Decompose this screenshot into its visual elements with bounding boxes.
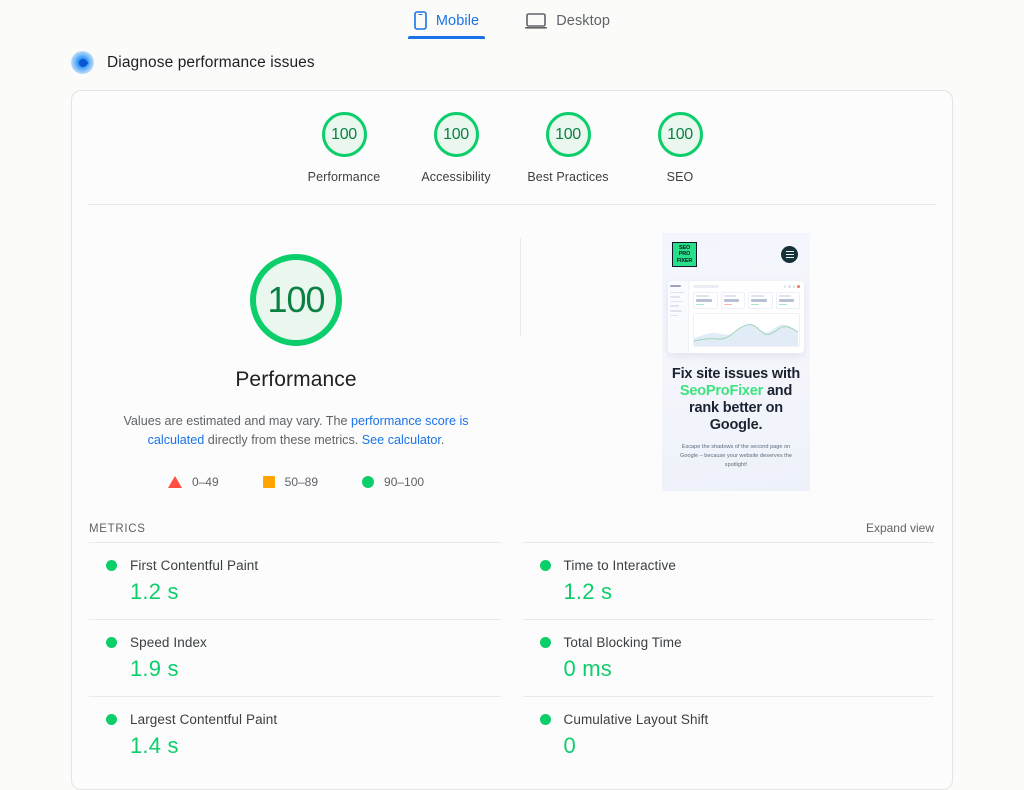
mockup-topbar: [693, 285, 800, 289]
form-factor-tabs: Mobile Desktop: [0, 0, 1024, 39]
metric-label: Total Blocking Time: [563, 635, 682, 650]
category-label: Best Practices: [527, 170, 609, 184]
mobile-icon: [414, 11, 427, 30]
ad-headline-part-1: Fix site issues with: [671, 366, 801, 382]
circle-icon: [362, 476, 375, 488]
legend-range: 90–100: [384, 475, 425, 489]
desc-text-1: Values are estimated and may vary. The: [123, 414, 351, 428]
metric-label: Cumulative Layout Shift: [563, 712, 709, 727]
status-dot-icon: [106, 714, 117, 725]
see-calculator-link[interactable]: See calculator: [362, 433, 441, 447]
metric-label: Speed Index: [130, 635, 207, 650]
category-seo[interactable]: 100 SEO: [624, 112, 736, 184]
seoprofixer-logo: SEO PRO FIXER: [672, 242, 697, 267]
metrics-header: METRICS Expand view: [72, 491, 952, 535]
metric-first-contentful-paint[interactable]: First Contentful Paint 1.2 s: [89, 542, 501, 619]
diagnose-header: Diagnose performance issues: [0, 39, 1024, 74]
page-title: Diagnose performance issues: [107, 53, 315, 71]
legend-poor: 0–49: [167, 475, 219, 489]
category-best-practices[interactable]: 100 Best Practices: [512, 112, 624, 184]
score-gauge: 100: [433, 112, 479, 157]
category-accessibility[interactable]: 100 Accessibility: [400, 112, 512, 184]
dashboard-mockup-image: [668, 281, 804, 353]
lighthouse-icon: [71, 51, 94, 74]
mockup-stat-card: [720, 292, 745, 310]
category-performance[interactable]: 100 Performance: [288, 112, 400, 184]
report-card: 100 Performance 100 Accessibility 100 Be…: [71, 90, 953, 790]
score-gauge: 100: [545, 112, 591, 157]
score-value: 100: [331, 125, 357, 143]
desktop-icon: [525, 11, 548, 30]
tab-mobile[interactable]: Mobile: [407, 7, 486, 39]
triangle-icon: [167, 476, 182, 488]
status-dot-icon: [539, 560, 551, 571]
score-gauge: 100: [657, 112, 703, 157]
metric-largest-contentful-paint[interactable]: Largest Contentful Paint 1.4 s: [89, 696, 501, 773]
metric-label: Largest Contentful Paint: [130, 712, 278, 727]
desc-text-3: .: [440, 433, 445, 447]
score-gauge: 100: [321, 112, 367, 157]
tab-desktop[interactable]: Desktop: [519, 7, 616, 39]
ad-brand-name: SeoProFixer: [679, 383, 764, 399]
performance-score-value: 100: [267, 279, 325, 320]
seoprofixer-ad[interactable]: SEO PRO FIXER Fix site issues with SeoPr…: [662, 233, 810, 491]
expand-view-button[interactable]: Expand view: [866, 521, 934, 535]
metric-value: 0 ms: [563, 656, 612, 681]
metric-cumulative-layout-shift[interactable]: Cumulative Layout Shift 0: [522, 696, 934, 773]
status-dot-icon: [539, 637, 551, 648]
logo-line-3: FIXER: [676, 257, 693, 264]
category-scores: 100 Performance 100 Accessibility 100 Be…: [72, 91, 952, 184]
metric-speed-index[interactable]: Speed Index 1.9 s: [89, 619, 501, 696]
mockup-stat-cards: [693, 292, 800, 310]
metric-time-to-interactive[interactable]: Time to Interactive 1.2 s: [522, 542, 934, 619]
hero-score-panel: 100 Performance Values are estimated and…: [72, 233, 520, 491]
legend-range: 0–49: [191, 475, 219, 489]
category-label: Accessibility: [421, 170, 491, 184]
status-dot-icon: [106, 560, 117, 571]
ad-header: SEO PRO FIXER: [662, 233, 810, 267]
metric-label: Time to Interactive: [563, 558, 676, 573]
mockup-stat-card: [693, 292, 718, 310]
legend-good: 90–100: [362, 475, 424, 489]
status-dot-icon: [539, 714, 551, 725]
legend-average: 50–89: [262, 475, 319, 489]
score-legend: 0–49 50–89 90–100: [167, 475, 424, 489]
desc-text-2: directly from these metrics.: [204, 433, 362, 447]
score-value: 100: [555, 125, 581, 143]
performance-description: Values are estimated and may vary. The p…: [106, 412, 486, 450]
score-value: 100: [443, 125, 469, 143]
tab-desktop-label: Desktop: [556, 12, 611, 29]
score-value: 100: [667, 125, 693, 143]
metrics-grid: First Contentful Paint 1.2 s Time to Int…: [72, 542, 952, 773]
ad-subtext: Escape the shadows of the second page on…: [680, 444, 792, 468]
advertisement-panel: SEO PRO FIXER Fix site issues with SeoPr…: [520, 233, 952, 491]
hero-vertical-divider: [520, 238, 521, 336]
metric-value: 1.2 s: [130, 579, 179, 604]
metric-value: 1.4 s: [130, 733, 179, 758]
status-dot-icon: [106, 637, 117, 648]
hamburger-menu-icon[interactable]: [781, 246, 798, 263]
metrics-title: METRICS: [89, 523, 146, 535]
ad-headline: Fix site issues with SeoProFixer and ran…: [662, 366, 810, 434]
mockup-area-chart: [693, 313, 800, 348]
legend-range: 50–89: [284, 475, 319, 489]
category-label: SEO: [666, 170, 694, 184]
mockup-stat-card: [775, 292, 800, 310]
square-icon: [262, 476, 275, 488]
category-label: Performance: [307, 170, 381, 184]
pagespeed-report-page: Mobile Desktop Diagnose performance issu…: [0, 0, 1024, 790]
performance-hero: 100 Performance Values are estimated and…: [72, 205, 952, 491]
metric-total-blocking-time[interactable]: Total Blocking Time 0 ms: [522, 619, 934, 696]
metric-value: 0: [563, 733, 576, 758]
performance-gauge: 100: [250, 254, 342, 346]
metric-value: 1.2 s: [563, 579, 613, 604]
mockup-stat-card: [748, 292, 773, 310]
mockup-sidebar: [668, 281, 689, 353]
performance-heading: Performance: [235, 368, 357, 391]
metric-value: 1.9 s: [130, 656, 179, 681]
metric-label: First Contentful Paint: [130, 558, 259, 573]
tab-mobile-label: Mobile: [435, 12, 480, 29]
mockup-content: [689, 281, 804, 353]
